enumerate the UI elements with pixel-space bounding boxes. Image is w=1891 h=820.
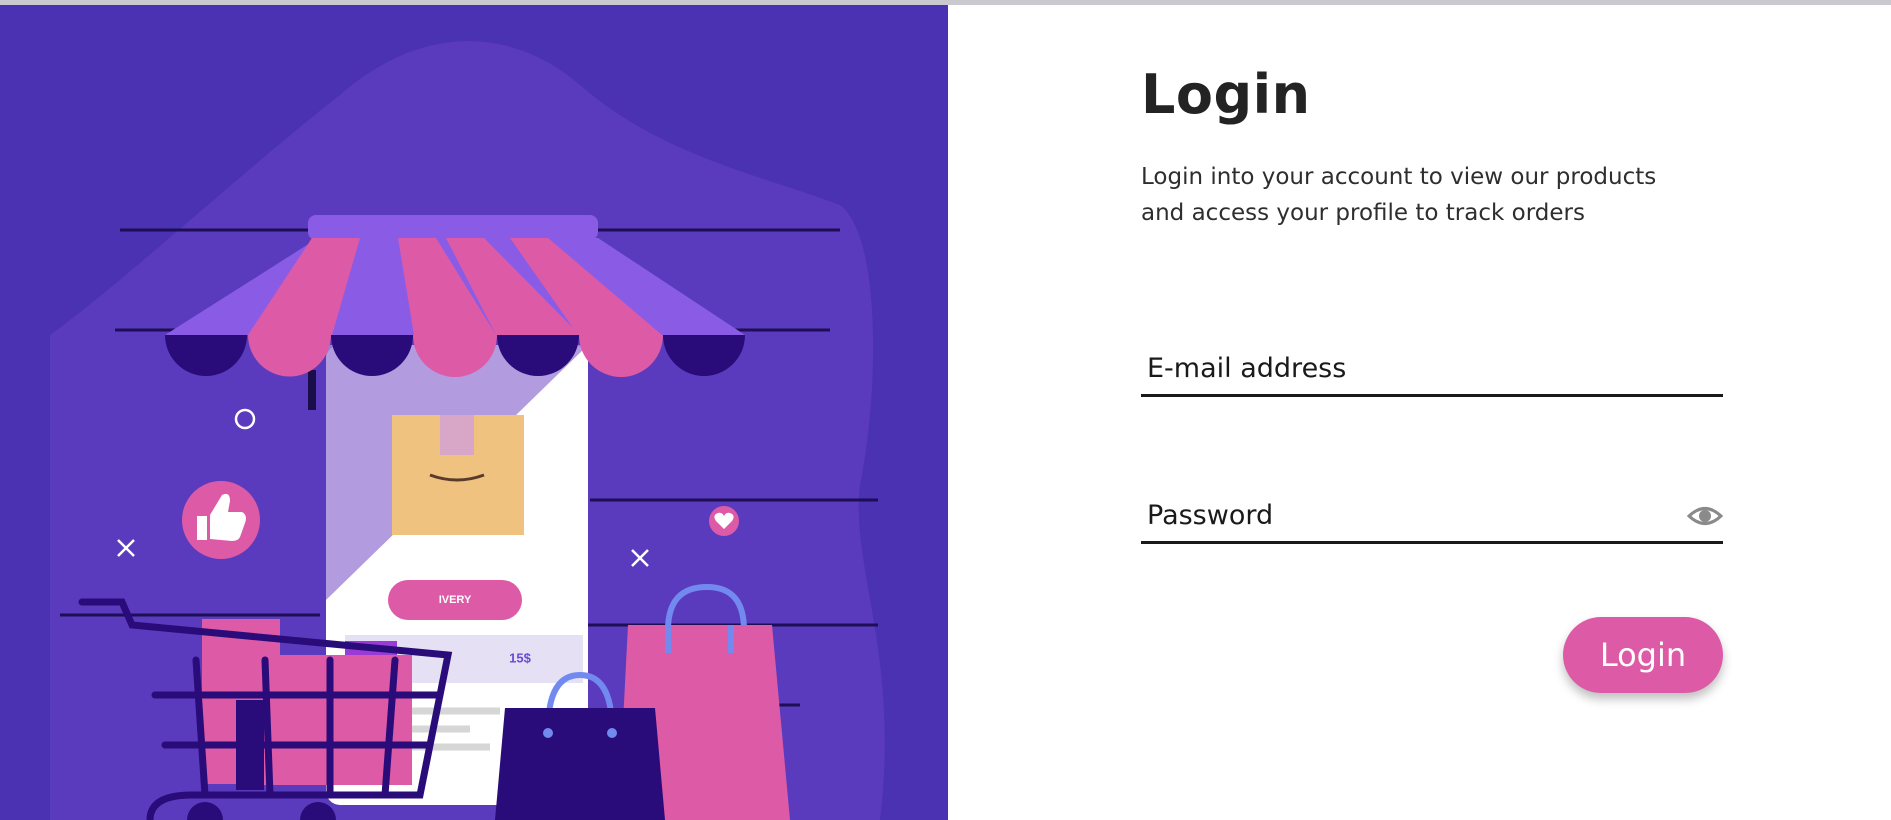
login-button[interactable]: Login — [1563, 617, 1723, 693]
login-description: Login into your account to view our prod… — [1141, 164, 1657, 226]
cardboard-box-icon — [392, 415, 524, 535]
shop-illustration: IVERY 15$ — [0, 5, 948, 820]
price-label: 15$ — [509, 650, 531, 665]
online-shop-artwork: IVERY 15$ — [50, 41, 885, 820]
password-field-container — [1141, 489, 1723, 544]
show-password-eye-icon[interactable] — [1687, 503, 1723, 529]
thumbs-up-icon — [182, 481, 260, 559]
password-field[interactable] — [1145, 489, 1669, 541]
heart-icon — [709, 506, 739, 536]
email-field-container — [1141, 342, 1723, 397]
phone-button-label: IVERY — [439, 594, 472, 606]
email-field[interactable] — [1145, 342, 1669, 394]
page-title: Login — [1141, 63, 1311, 126]
login-panel: Login Login into your account to view ou… — [948, 5, 1891, 820]
